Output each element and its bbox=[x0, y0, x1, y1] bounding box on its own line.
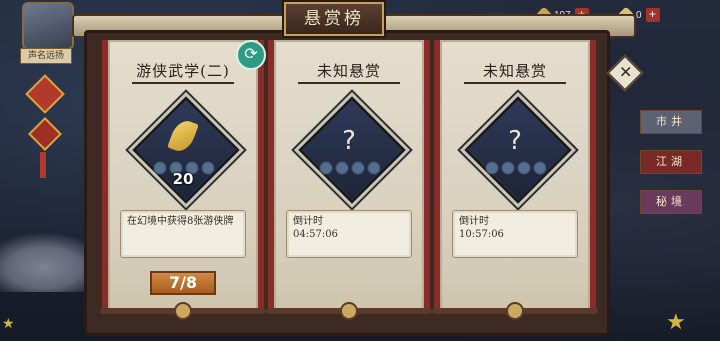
player-avatar[interactable] bbox=[22, 2, 74, 50]
side-tab-jianghu[interactable]: 江湖 bbox=[640, 150, 702, 174]
card-title: 游侠武学(二) bbox=[136, 62, 230, 80]
card-title: 未知悬赏 bbox=[316, 62, 381, 80]
title-underline bbox=[464, 82, 566, 84]
card-title: 未知悬赏 bbox=[482, 62, 547, 80]
countdown-timer: 04:57:06 bbox=[293, 229, 338, 240]
progress-button[interactable]: 7/8 bbox=[150, 271, 216, 295]
star-icon: ★ bbox=[666, 310, 686, 335]
countdown-box: 倒计时 10:57:06 bbox=[452, 210, 578, 258]
page-title: 悬赏榜 bbox=[284, 2, 384, 36]
wave-pattern bbox=[318, 156, 380, 180]
countdown-label: 倒计时 bbox=[293, 216, 323, 227]
refresh-icon[interactable]: ⟳ bbox=[236, 40, 266, 70]
player-title-tag: 声名远扬 bbox=[20, 48, 72, 64]
wave-pattern bbox=[484, 156, 546, 180]
star-icon: ★ bbox=[2, 316, 15, 332]
scroll-knob bbox=[174, 302, 192, 320]
countdown-timer: 10:57:06 bbox=[459, 229, 504, 240]
reward-emblem: ? bbox=[464, 96, 572, 204]
reward-count: 20 bbox=[172, 170, 194, 188]
scroll-knob bbox=[340, 302, 358, 320]
task-description: 在幻境中获得8张游侠牌 bbox=[120, 210, 246, 258]
reward-emblem: 20 bbox=[132, 96, 240, 204]
countdown-box: 倒计时 04:57:06 bbox=[286, 210, 412, 258]
countdown-label: 倒计时 bbox=[459, 216, 489, 227]
side-tab-market[interactable]: 市井 bbox=[640, 110, 702, 134]
title-underline bbox=[298, 82, 400, 84]
add-ingot-button[interactable]: + bbox=[645, 8, 660, 22]
reward-emblem: ? bbox=[298, 96, 406, 204]
question-mark-icon: ? bbox=[508, 126, 522, 156]
scroll-knob bbox=[506, 302, 524, 320]
close-icon: ✕ bbox=[619, 62, 633, 82]
bounty-card-2[interactable]: 未知悬赏 ? 倒计时 04:57:06 bbox=[266, 40, 432, 320]
side-tab-secret-realm[interactable]: 秘境 bbox=[640, 190, 702, 214]
bounty-card-1[interactable]: 游侠武学(二) 20 在幻境中获得8张游侠牌 7/8 bbox=[100, 40, 266, 320]
title-underline bbox=[132, 82, 234, 84]
question-mark-icon: ? bbox=[342, 126, 356, 156]
currency-amount: 0 bbox=[636, 9, 642, 21]
bounty-card-3[interactable]: 未知悬赏 ? 倒计时 10:57:06 bbox=[432, 40, 598, 320]
chinese-knot-decoration bbox=[25, 70, 65, 180]
